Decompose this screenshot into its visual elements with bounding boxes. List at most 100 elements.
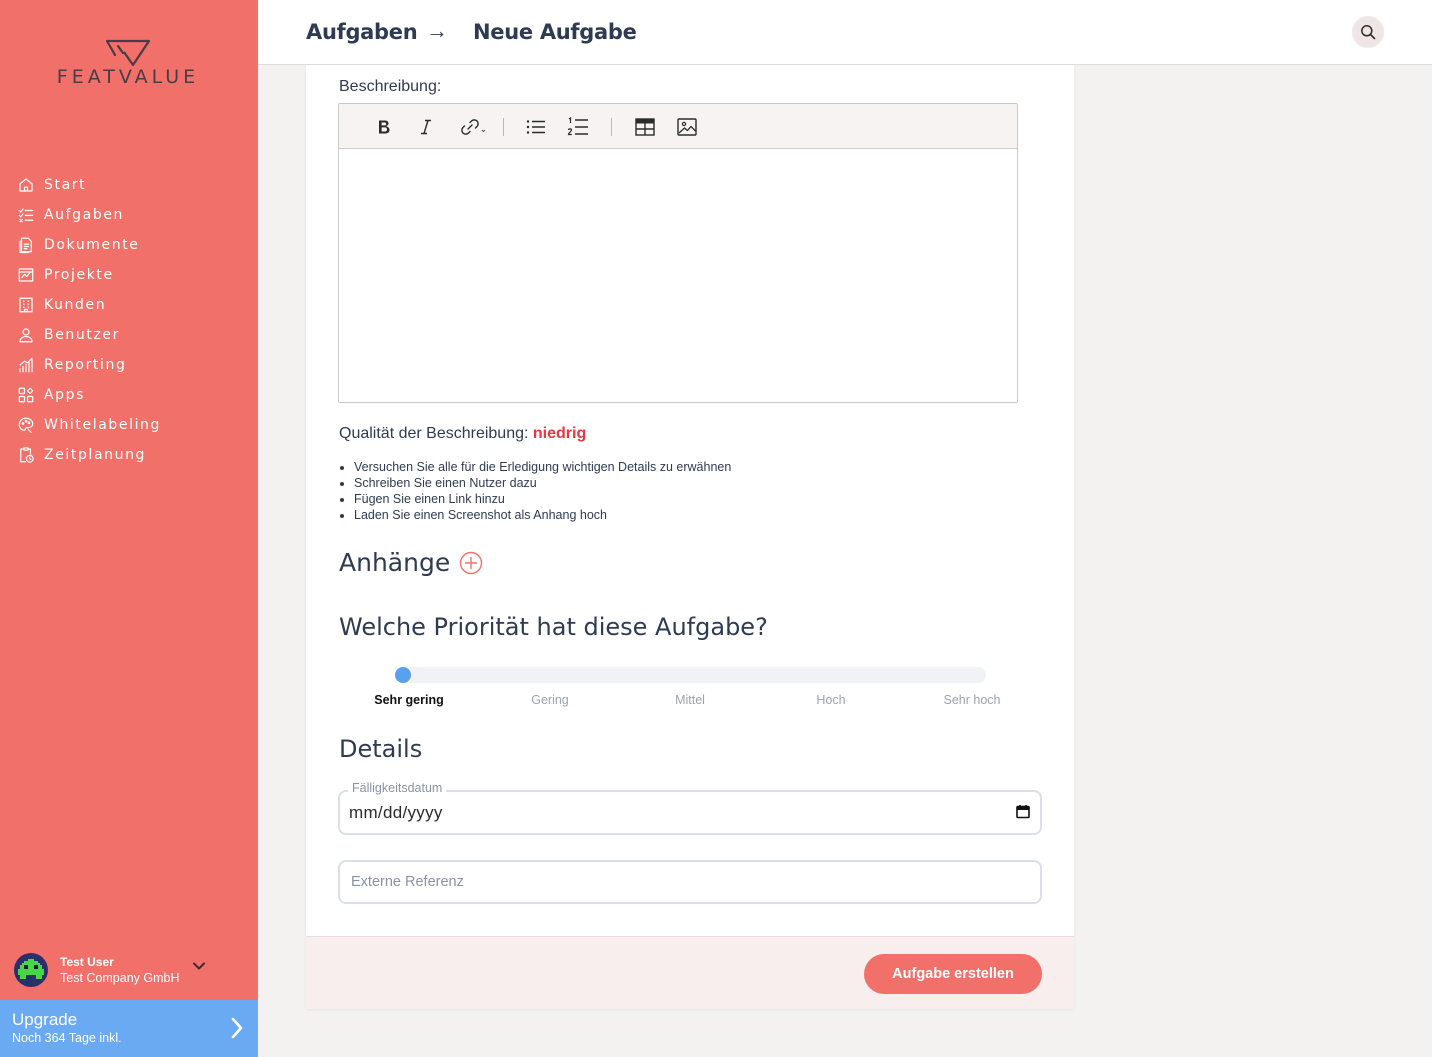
list-item: Fügen Sie einen Link hinzu <box>354 491 731 507</box>
sidebar-item-reporting[interactable]: Reporting <box>0 350 258 380</box>
user-info: Test User Test Company GmbH <box>60 954 179 986</box>
priority-option-gering[interactable]: Gering <box>480 693 620 707</box>
image-icon <box>677 118 697 136</box>
attachments-heading: Anhänge <box>339 548 451 577</box>
user-icon <box>19 328 33 343</box>
description-quality: Qualität der Beschreibung: niedrig <box>339 425 586 443</box>
description-textarea[interactable] <box>339 149 1017 402</box>
calendar-icon[interactable] <box>1016 804 1030 819</box>
top-header: Aufgaben → Neue Aufgabe <box>258 0 1432 65</box>
numbered-list-icon <box>567 117 588 136</box>
new-task-form: Beschreibung: Qualität der Beschreibung:… <box>306 65 1074 1009</box>
sidebar: FEATVALUE Start Aufgaben Dokumente Proje… <box>0 0 258 1057</box>
editor-toolbar <box>339 104 1017 149</box>
italic-button[interactable] <box>414 115 438 139</box>
sidebar-item-label: Aufgaben <box>44 207 125 223</box>
external-reference-input[interactable] <box>338 860 1042 904</box>
list-item: Versuchen Sie alle für die Erledigung wi… <box>354 459 731 475</box>
sidebar-item-label: Start <box>44 177 87 193</box>
sidebar-item-dokumente[interactable]: Dokumente <box>0 230 258 260</box>
form-footer: Aufgabe erstellen <box>306 936 1074 1009</box>
sidebar-item-label: Whitelabeling <box>44 417 162 433</box>
brand-name: FEATVALUE <box>56 66 200 88</box>
priority-heading: Welche Priorität hat diese Aufgabe? <box>339 613 768 641</box>
due-date-value: mm/dd/yyyy <box>349 803 443 822</box>
table-icon <box>635 118 655 136</box>
sidebar-item-label: Projekte <box>44 267 114 283</box>
quality-value: niedrig <box>532 425 587 442</box>
breadcrumb-aufgaben[interactable]: Aufgaben <box>306 20 418 44</box>
avatar <box>14 953 48 987</box>
bar-chart-icon <box>19 357 33 373</box>
sidebar-item-projekte[interactable]: Projekte <box>0 260 258 290</box>
sidebar-item-start[interactable]: Start <box>0 170 258 200</box>
home-icon <box>19 178 33 192</box>
details-heading: Details <box>339 735 423 763</box>
description-editor <box>338 103 1018 403</box>
user-menu[interactable]: Test User Test Company GmbH <box>14 950 244 990</box>
sidebar-item-label: Reporting <box>44 357 127 373</box>
upgrade-title: Upgrade <box>12 1010 78 1029</box>
sidebar-item-label: Dokumente <box>44 237 140 253</box>
quality-label: Qualität der Beschreibung: <box>339 425 529 442</box>
list-item: Laden Sie einen Screenshot als Anhang ho… <box>354 507 731 523</box>
priority-option-sehr-hoch[interactable]: Sehr hoch <box>902 693 1042 707</box>
add-attachment-button[interactable] <box>459 551 483 575</box>
link-button[interactable] <box>458 115 488 139</box>
list-item: Schreiben Sie einen Nutzer dazu <box>354 475 731 491</box>
document-icon <box>19 237 32 254</box>
bold-button[interactable] <box>372 115 396 139</box>
priority-option-sehr-gering[interactable]: Sehr gering <box>339 693 479 707</box>
upgrade-subtitle: Noch 364 Tage inkl. <box>12 1031 122 1045</box>
task-list-icon <box>18 208 34 223</box>
italic-icon <box>421 119 431 135</box>
sidebar-item-zeitplanung[interactable]: Zeitplanung <box>0 440 258 470</box>
description-label: Beschreibung: <box>339 78 442 95</box>
sidebar-item-whitelabeling[interactable]: Whitelabeling <box>0 410 258 440</box>
search-icon <box>1361 25 1376 40</box>
user-name: Test User <box>60 955 114 969</box>
chevron-right-icon <box>231 1017 243 1039</box>
priority-slider-handle[interactable] <box>395 667 411 683</box>
priority-option-hoch[interactable]: Hoch <box>761 693 901 707</box>
bold-icon <box>379 120 390 134</box>
sidebar-nav: Start Aufgaben Dokumente Projekte Kunden… <box>0 170 258 470</box>
sidebar-item-aufgaben[interactable]: Aufgaben <box>0 200 258 230</box>
toolbar-divider <box>611 118 612 136</box>
search-button[interactable] <box>1352 16 1384 48</box>
bullet-list-icon <box>526 120 545 134</box>
sidebar-item-label: Zeitplanung <box>44 447 147 463</box>
priority-slider[interactable] <box>395 667 986 683</box>
link-icon <box>461 119 486 135</box>
image-button[interactable] <box>675 115 699 139</box>
sidebar-item-kunden[interactable]: Kunden <box>0 290 258 320</box>
brand-logo[interactable]: FEATVALUE <box>40 38 216 90</box>
bullet-list-button[interactable] <box>524 115 548 139</box>
pixel-avatar-icon <box>18 959 44 979</box>
quality-tips: Versuchen Sie alle für die Erledigung wi… <box>354 459 731 523</box>
chart-board-icon <box>18 268 34 282</box>
priority-option-mittel[interactable]: Mittel <box>620 693 760 707</box>
numbered-list-button[interactable] <box>566 115 590 139</box>
chevron-down-icon[interactable] <box>193 962 206 970</box>
apps-icon <box>18 387 34 403</box>
user-company: Test Company GmbH <box>60 971 180 985</box>
breadcrumb-current: Neue Aufgabe <box>473 20 637 44</box>
logo-mark-icon <box>105 39 151 67</box>
table-button[interactable] <box>633 115 657 139</box>
priority-labels: Sehr gering Gering Mittel Hoch Sehr hoch <box>339 693 1043 709</box>
toolbar-divider <box>503 118 504 136</box>
create-task-button[interactable]: Aufgabe erstellen <box>864 954 1042 994</box>
sidebar-item-label: Benutzer <box>44 327 120 343</box>
building-icon <box>19 297 33 313</box>
due-date-label: Fälligkeitsdatum <box>348 781 447 795</box>
sidebar-item-apps[interactable]: Apps <box>0 380 258 410</box>
sidebar-item-benutzer[interactable]: Benutzer <box>0 320 258 350</box>
upgrade-banner[interactable]: Upgrade Noch 364 Tage inkl. <box>0 1000 258 1057</box>
palette-icon <box>18 417 34 434</box>
sidebar-item-label: Apps <box>44 387 86 403</box>
clipboard-clock-icon <box>20 447 34 463</box>
sidebar-item-label: Kunden <box>44 297 107 313</box>
breadcrumb-arrow-icon: → <box>426 18 448 43</box>
due-date-field[interactable]: Fälligkeitsdatum mm/dd/yyyy <box>338 781 1042 835</box>
